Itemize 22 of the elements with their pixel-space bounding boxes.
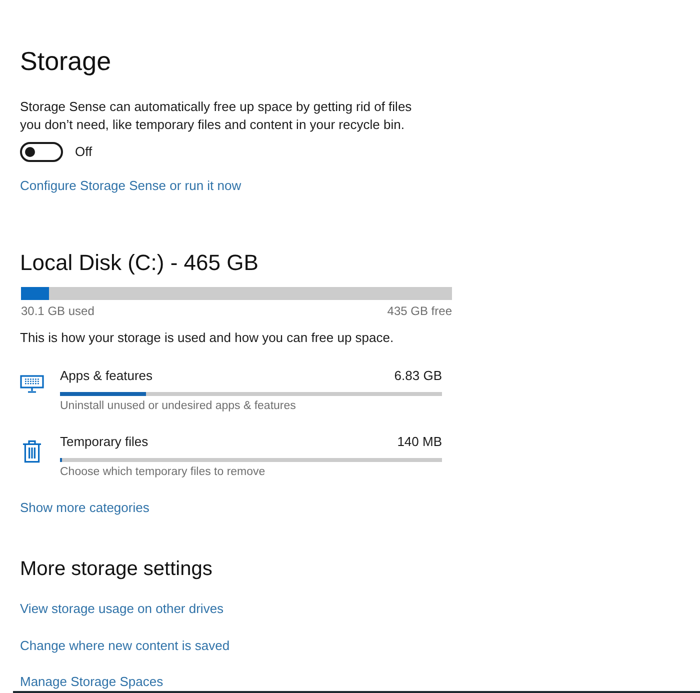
settings-link[interactable]: Manage Storage Spaces (20, 674, 164, 690)
page-title: Storage (20, 45, 112, 77)
monitor-keyboard-icon (20, 374, 44, 392)
toggle-state-label: Off (75, 143, 92, 161)
category-size: 140 MB (397, 433, 442, 451)
section-title: More storage settings (20, 557, 212, 582)
storage-usage-note: This is how your storage is used and how you can free up space. (20, 329, 395, 347)
disk-title: Local Disk (C:) - 465 GB (20, 249, 258, 277)
category-name[interactable]: Temporary files (60, 433, 148, 451)
configure-storage-sense-link[interactable]: Configure Storage Sense or run it now (20, 177, 242, 195)
category-hint: Uninstall unused or undesired apps & features (60, 399, 296, 414)
trash-icon (22, 440, 42, 462)
settings-link[interactable]: Change where new content is saved (20, 638, 230, 654)
used-space-label: 30.1 GB used (21, 303, 94, 319)
category-name[interactable]: Apps & features (60, 367, 152, 385)
category-size: 6.83 GB (394, 367, 442, 385)
category-hint: Choose which temporary files to remove (60, 465, 266, 480)
settings-link[interactable]: View storage usage on other drives (20, 601, 224, 617)
free-space-label: 435 GB free (387, 303, 452, 319)
show-more-categories-link[interactable]: Show more categories (20, 499, 150, 517)
storage-sense-description: Storage Sense can automatically free up space by getting rid of files you don’t need, like temporary files and content in your recycle bin. (20, 98, 413, 134)
storage-sense-toggle[interactable] (20, 142, 63, 162)
